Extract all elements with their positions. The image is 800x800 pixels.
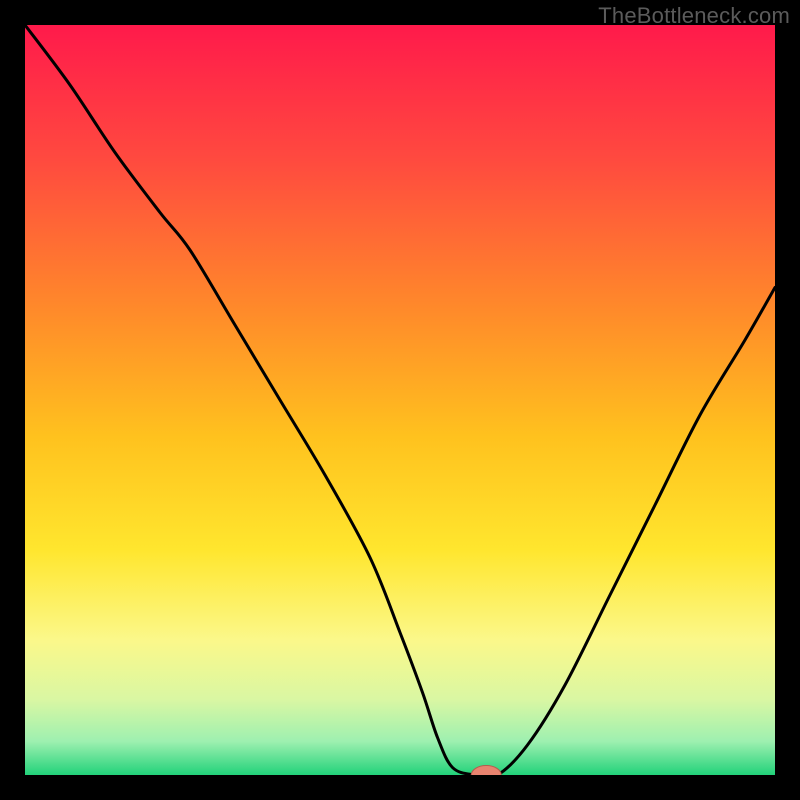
chart-svg <box>25 25 775 775</box>
plot-area <box>25 25 775 775</box>
gradient-background <box>25 25 775 775</box>
chart-frame: TheBottleneck.com <box>0 0 800 800</box>
